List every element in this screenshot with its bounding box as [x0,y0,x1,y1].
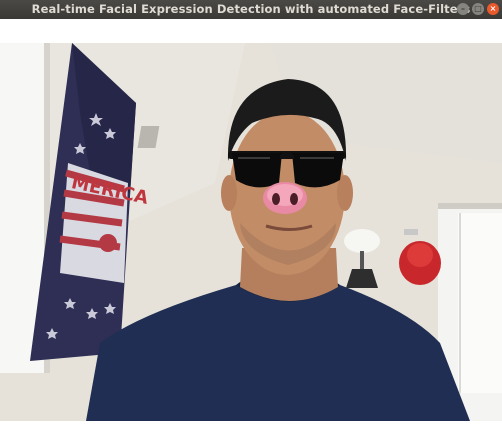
toolbar-area [0,19,502,43]
app-window: Real-time Facial Expression Detection wi… [0,0,502,429]
camera-frame: MERICA [0,43,502,421]
window-controls: – □ × [457,3,499,15]
bottom-border [0,421,502,429]
pig-nose-filter [263,182,307,214]
window-title: Real-time Facial Expression Detection wi… [31,2,471,16]
close-icon[interactable]: × [487,3,499,15]
maximize-icon[interactable]: □ [472,3,484,15]
title-bar[interactable]: Real-time Facial Expression Detection wi… [0,0,502,19]
camera-feed: MERICA [0,43,502,421]
minimize-icon[interactable]: – [457,3,469,15]
